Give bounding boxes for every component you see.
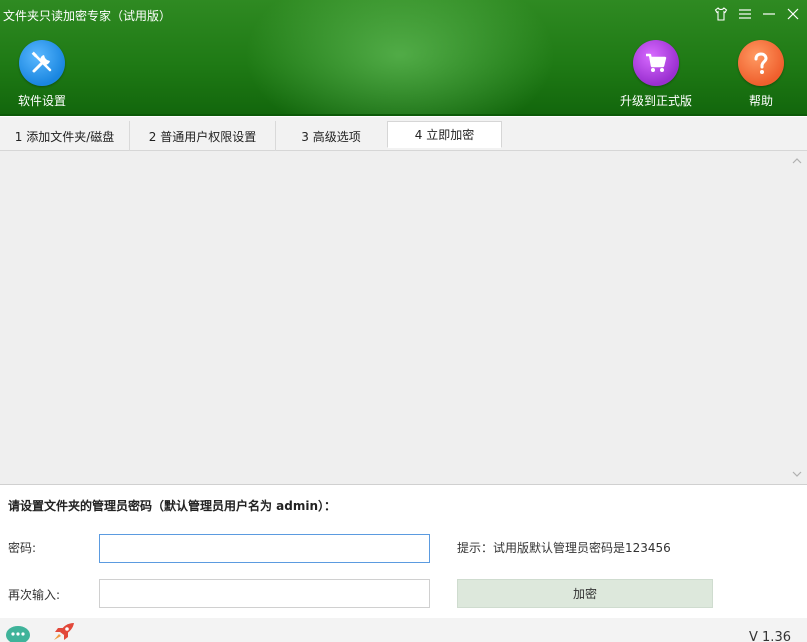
skin-button[interactable] [711,4,731,24]
shirt-icon [714,7,728,21]
confirm-password-label: 再次输入: [8,588,61,602]
settings-label: 软件设置 [18,94,67,108]
window-title: 文件夹只读加密专家（试用版） [3,9,172,23]
menu-button[interactable] [735,4,755,24]
window-controls [711,4,803,24]
scroll-up-button[interactable] [791,155,803,167]
cart-icon [646,53,667,72]
header-bar: 文件夹只读加密专家（试用版） 软件设置 升级到正式版 帮助 [0,0,807,116]
close-button[interactable] [783,4,803,24]
tools-icon [31,51,52,73]
upgrade-label: 升级到正式版 [620,94,693,108]
trial-password-hint: 提示：试用版默认管理员密码是123456 [457,541,671,555]
chat-icon[interactable] [5,624,31,642]
help-label: 帮助 [748,94,773,108]
scroll-down-button[interactable] [791,468,803,480]
version-label: V 1.36 [749,630,791,642]
tab-user-permissions[interactable]: 2 普通用户权限设置 [130,121,276,151]
log-area[interactable] [0,151,807,485]
menu-icon [739,9,751,19]
settings-button[interactable]: 软件设置 [18,40,66,109]
question-icon [754,52,768,74]
minimize-button[interactable] [759,4,779,24]
status-bar: V 1.36 [0,618,807,642]
app-window: 文件夹只读加密专家（试用版） 软件设置 升级到正式版 帮助 1 添加文件夹/磁盘… [0,0,807,642]
upgrade-button[interactable]: 升级到正式版 [620,40,692,109]
encrypt-button[interactable]: 加密 [457,579,713,608]
chevron-down-icon [792,471,802,477]
help-circle [738,40,784,86]
tab-add-folder[interactable]: 1 添加文件夹/磁盘 [0,121,130,151]
password-input[interactable] [99,534,430,563]
confirm-password-input[interactable] [99,579,430,608]
tab-encrypt-now[interactable]: 4 立即加密 [387,121,502,148]
close-icon [787,8,799,20]
password-form-title: 请设置文件夹的管理员密码（默认管理员用户名为 admin）： [8,499,337,513]
tab-advanced-options[interactable]: 3 高级选项 [276,121,386,151]
minimize-icon [763,13,775,15]
chevron-up-icon [792,158,802,164]
password-label: 密码: [8,541,37,555]
tab-bar: 1 添加文件夹/磁盘 2 普通用户权限设置 3 高级选项 4 立即加密 [0,117,807,151]
rocket-icon[interactable] [52,622,76,642]
help-button[interactable]: 帮助 [738,40,784,109]
upgrade-circle [633,40,679,86]
settings-circle [19,40,65,86]
